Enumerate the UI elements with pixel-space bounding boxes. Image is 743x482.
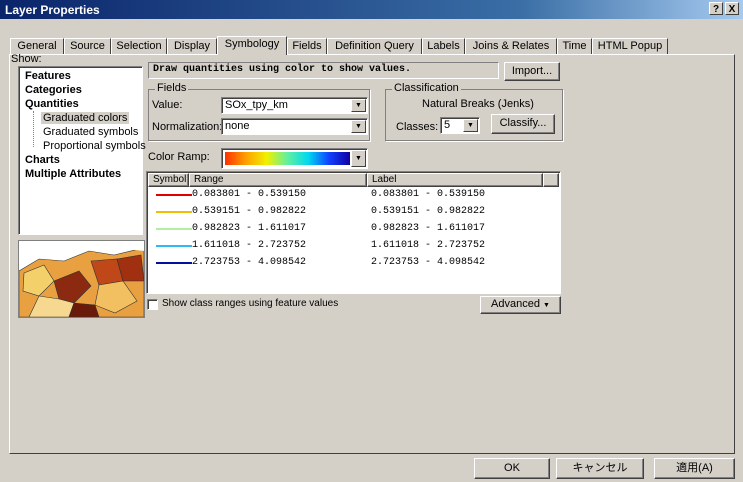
tree-features[interactable]: Features [25, 70, 71, 82]
tab-general[interactable]: General [10, 38, 64, 54]
table-row[interactable]: 1.611018 - 2.723752 1.611018 - 2.723752 [148, 238, 559, 255]
chevron-down-icon[interactable]: ▼ [351, 99, 366, 112]
label-cell[interactable]: 1.611018 - 2.723752 [371, 240, 485, 251]
header-symbol[interactable]: Symbol [148, 173, 189, 187]
description-text: Draw quantities using color to show valu… [153, 64, 412, 75]
show-class-ranges-checkbox[interactable] [147, 299, 158, 310]
tab-labels[interactable]: Labels [422, 38, 465, 54]
tab-source[interactable]: Source [64, 38, 111, 54]
chevron-down-icon[interactable]: ▼ [351, 120, 366, 133]
class-table[interactable]: Symbol Range Label 0.083801 - 0.539150 0… [146, 171, 561, 294]
table-row[interactable]: 0.083801 - 0.539150 0.083801 - 0.539150 [148, 187, 559, 204]
symbol-swatch[interactable] [156, 211, 192, 213]
import-button[interactable]: Import... [504, 62, 560, 81]
ok-button[interactable]: OK [474, 458, 550, 479]
value-label: Value: [152, 99, 183, 111]
classes-label: Classes: [396, 121, 439, 133]
chevron-down-icon[interactable]: ▼ [463, 119, 478, 132]
range-cell[interactable]: 0.982823 - 1.611017 [192, 223, 306, 234]
normalization-select[interactable]: none ▼ [221, 118, 368, 135]
table-header: Symbol Range Label [148, 173, 559, 187]
tree-quantities[interactable]: Quantities [25, 98, 79, 110]
symbol-swatch[interactable] [156, 194, 192, 196]
header-filler [543, 173, 559, 187]
description-box: Draw quantities using color to show valu… [148, 62, 499, 79]
label-cell[interactable]: 2.723753 - 4.098542 [371, 257, 485, 268]
symbol-swatch[interactable] [156, 245, 192, 247]
tab-joins-relates[interactable]: Joins & Relates [465, 38, 557, 54]
advanced-label: Advanced [491, 298, 540, 310]
triangle-down-icon: ▼ [543, 302, 550, 309]
classes-select[interactable]: 5 ▼ [440, 117, 480, 134]
color-ramp-select[interactable]: ▼ [221, 148, 368, 169]
advanced-button[interactable]: Advanced ▼ [480, 296, 561, 314]
value-select[interactable]: SOx_tpy_km ▼ [221, 97, 368, 114]
label-cell[interactable]: 0.083801 - 0.539150 [371, 189, 485, 200]
normalization-label: Normalization: [152, 121, 223, 133]
range-cell[interactable]: 0.539151 - 0.982822 [192, 206, 306, 217]
symbol-swatch[interactable] [156, 228, 192, 230]
classify-button[interactable]: Classify... [491, 114, 555, 134]
tab-html-popup[interactable]: HTML Popup [592, 38, 668, 54]
tree-categories[interactable]: Categories [25, 84, 82, 96]
classes-select-text: 5 [444, 119, 451, 131]
map-preview-image [18, 240, 145, 318]
close-button[interactable]: X [725, 2, 739, 15]
table-row[interactable]: 2.723753 - 4.098542 2.723753 - 4.098542 [148, 255, 559, 272]
tab-symbology[interactable]: Symbology [217, 36, 287, 55]
show-label: Show: [11, 53, 42, 65]
tree-graduated-colors[interactable]: Graduated colors [41, 112, 130, 124]
tab-selection[interactable]: Selection [111, 38, 167, 54]
table-row[interactable]: 0.539151 - 0.982822 0.539151 - 0.982822 [148, 204, 559, 221]
tab-definition-query[interactable]: Definition Query [327, 38, 422, 54]
tree-multiple-attributes[interactable]: Multiple Attributes [25, 168, 121, 180]
chevron-down-icon[interactable]: ▼ [351, 150, 366, 167]
classification-method: Natural Breaks (Jenks) [422, 98, 534, 110]
range-cell[interactable]: 2.723753 - 4.098542 [192, 257, 306, 268]
map-preview-graphic [19, 241, 144, 317]
window-title: Layer Properties [5, 3, 100, 17]
label-cell[interactable]: 0.539151 - 0.982822 [371, 206, 485, 217]
label-cell[interactable]: 0.982823 - 1.611017 [371, 223, 485, 234]
range-cell[interactable]: 1.611018 - 2.723752 [192, 240, 306, 251]
title-bar: Layer Properties ? X [0, 0, 743, 19]
value-select-text: SOx_tpy_km [225, 99, 288, 111]
table-body: 0.083801 - 0.539150 0.083801 - 0.539150 … [148, 187, 559, 292]
tree-charts[interactable]: Charts [25, 154, 60, 166]
apply-button[interactable]: 適用(A) [654, 458, 735, 479]
classification-caption: Classification [392, 82, 461, 94]
tree-graduated-symbols[interactable]: Graduated symbols [43, 126, 138, 138]
fields-caption: Fields [155, 82, 189, 94]
header-label[interactable]: Label [367, 173, 543, 187]
cancel-button[interactable]: キャンセル [556, 458, 644, 479]
color-ramp-swatch [225, 152, 350, 165]
range-cell[interactable]: 0.083801 - 0.539150 [192, 189, 306, 200]
table-row[interactable]: 0.982823 - 1.611017 0.982823 - 1.611017 [148, 221, 559, 238]
normalization-select-text: none [225, 120, 250, 132]
symbol-swatch[interactable] [156, 262, 192, 264]
tree-connector [33, 111, 35, 147]
help-button[interactable]: ? [709, 2, 723, 15]
color-ramp-label: Color Ramp: [148, 151, 210, 163]
show-tree[interactable]: Features Categories Quantities Graduated… [18, 66, 146, 235]
tab-display[interactable]: Display [167, 38, 217, 54]
tab-time[interactable]: Time [557, 38, 592, 54]
tab-fields[interactable]: Fields [287, 38, 327, 54]
show-class-ranges-label[interactable]: Show class ranges using feature values [162, 298, 338, 309]
header-range[interactable]: Range [189, 173, 367, 187]
tree-proportional-symbols[interactable]: Proportional symbols [43, 140, 146, 152]
